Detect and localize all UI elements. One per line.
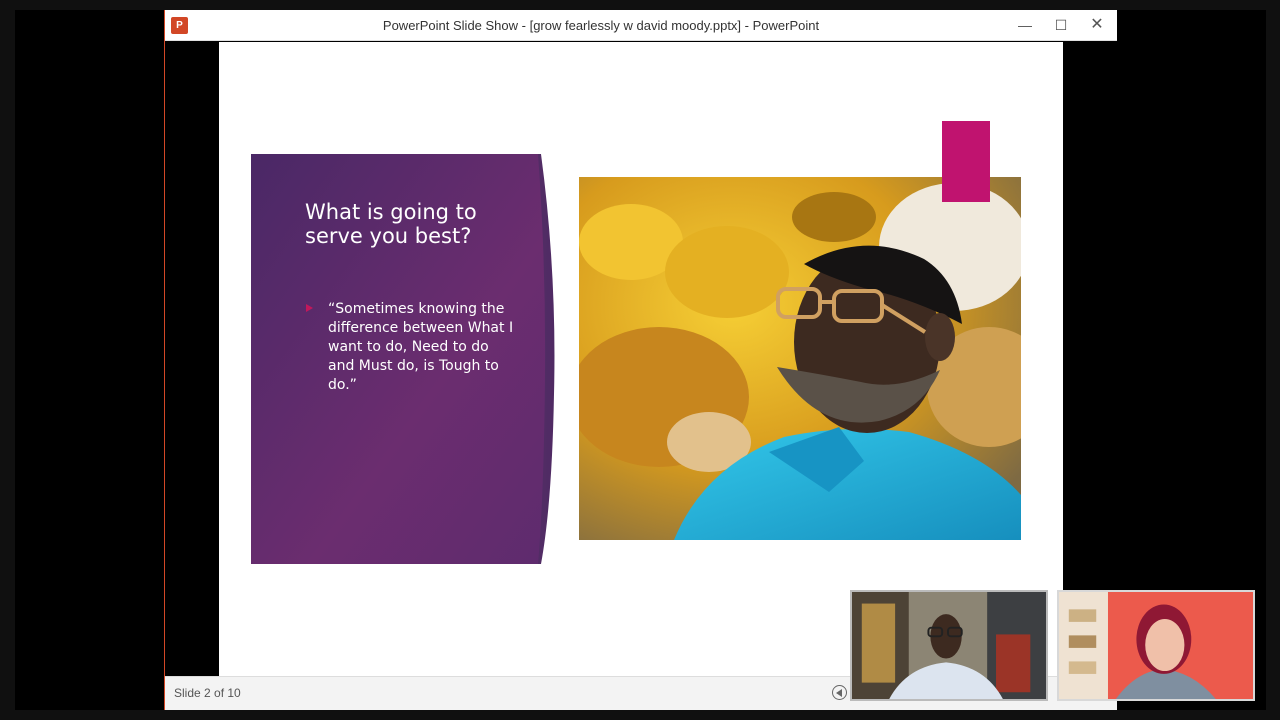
- minimize-button[interactable]: —: [1007, 10, 1043, 41]
- close-button[interactable]: ✕: [1079, 10, 1115, 41]
- close-icon: ✕: [1090, 16, 1104, 33]
- maximize-icon: ☐: [1054, 17, 1068, 33]
- accent-rectangle: [942, 121, 990, 202]
- bullet-arrow-icon: [306, 304, 313, 312]
- window-title: PowerPoint Slide Show - [grow fearlessly…: [382, 18, 820, 33]
- current-slide[interactable]: What is going to serve you best? “Someti…: [219, 42, 1063, 676]
- slide-show-area: What is going to serve you best? “Someti…: [165, 42, 1117, 676]
- minimize-icon: —: [1018, 17, 1032, 33]
- slide-title: What is going to serve you best?: [305, 200, 477, 248]
- title-bar: P PowerPoint Slide Show - [grow fearless…: [165, 10, 1117, 41]
- previous-slide-button[interactable]: [832, 685, 847, 700]
- slide-bullet: “Sometimes knowing the difference betwee…: [328, 301, 514, 393]
- participant-video-tile[interactable]: [850, 590, 1048, 701]
- participant-video-tile[interactable]: [1057, 590, 1255, 701]
- screen-frame: P PowerPoint Slide Show - [grow fearless…: [0, 0, 1280, 720]
- maximize-button[interactable]: ☐: [1043, 10, 1079, 41]
- desktop-black-area: [15, 10, 164, 710]
- slide-counter: Slide 2 of 10: [174, 686, 241, 700]
- smiling-man-photo: [579, 177, 1021, 540]
